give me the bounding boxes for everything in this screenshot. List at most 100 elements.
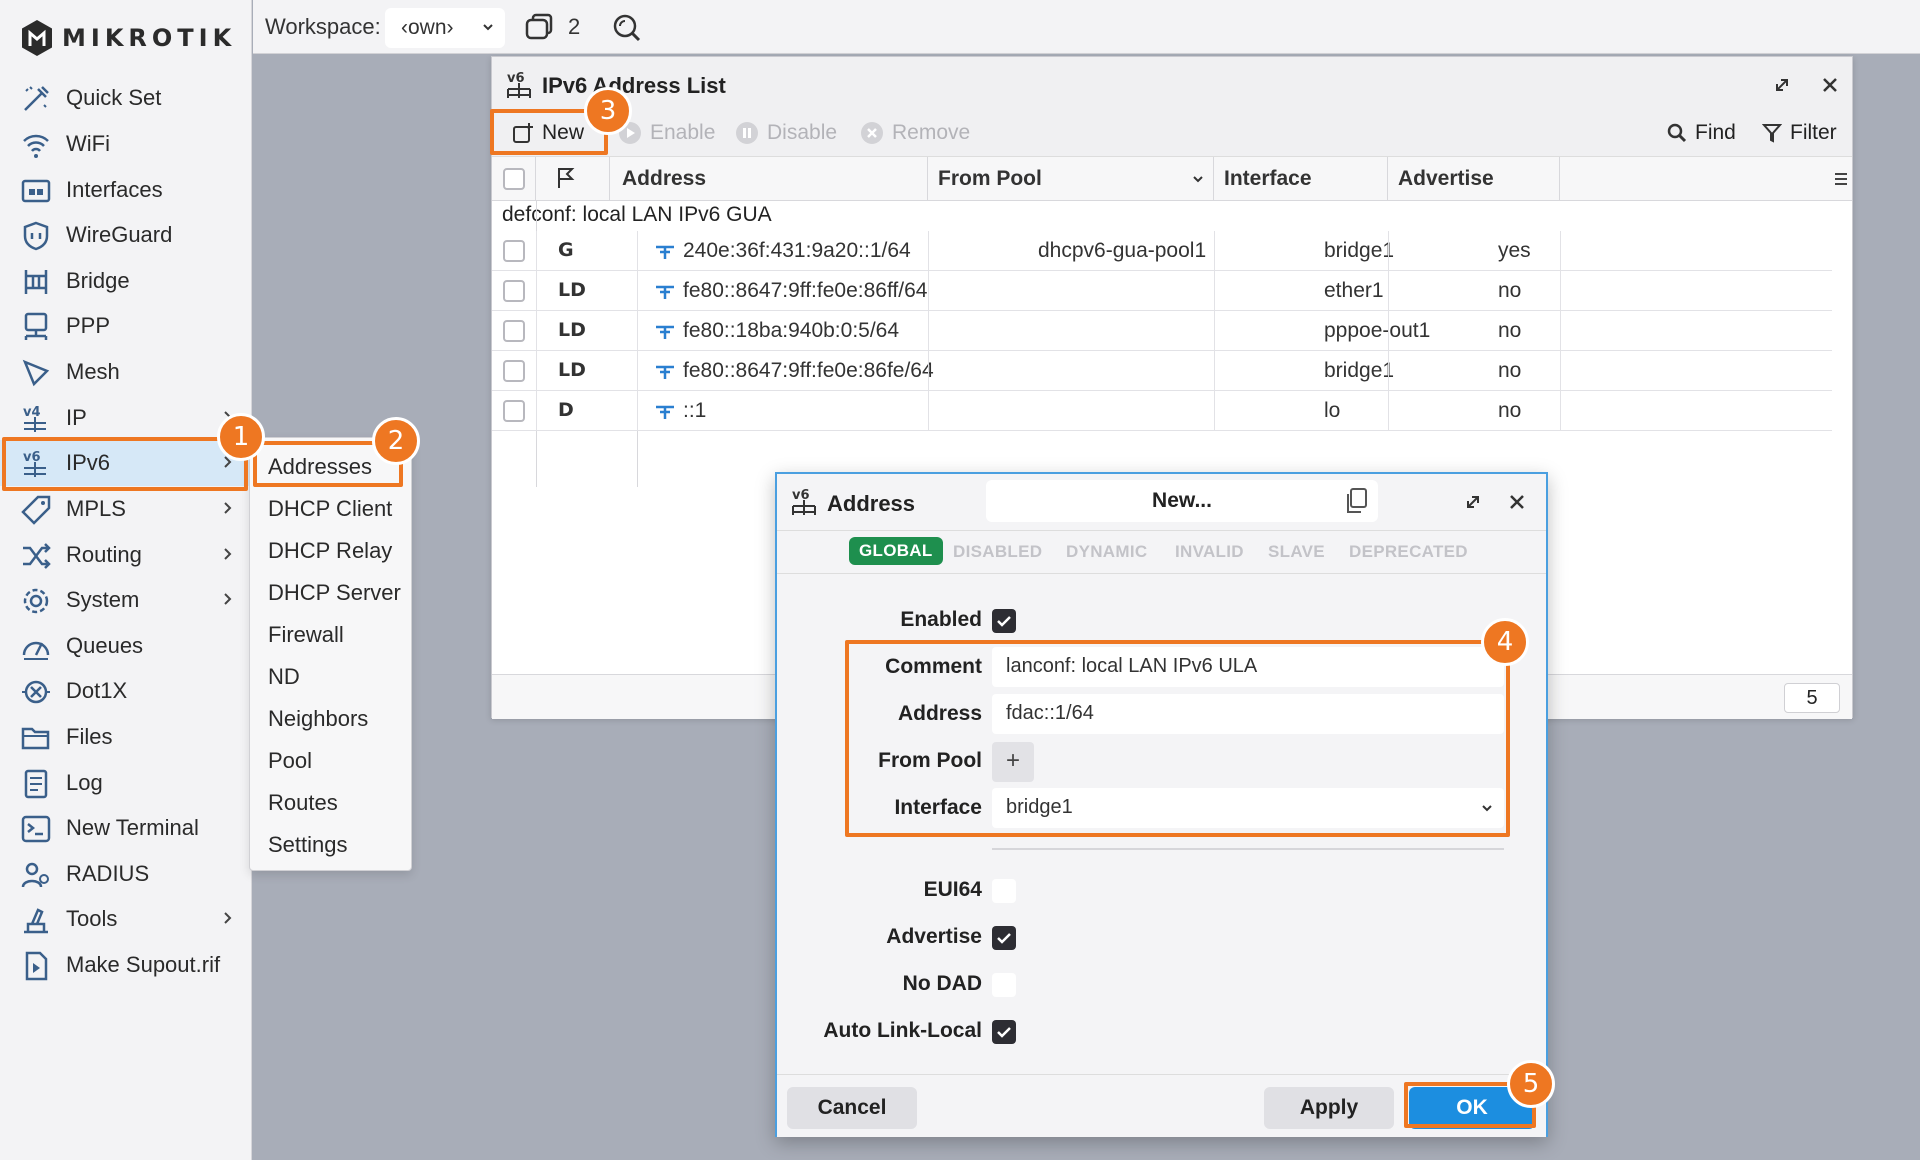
enable-button[interactable]: Enable [618,121,715,145]
find-button-label: Find [1695,121,1736,144]
filter-button-label: Filter [1790,121,1837,144]
remove-button[interactable]: Remove [860,121,970,145]
sidebar-item-mesh[interactable]: Mesh [0,349,252,395]
sidebar-item-label: Make Supout.rif [66,952,221,977]
ip-icon: v4 [23,405,46,432]
dot1x-icon [22,680,50,704]
sidebar-item-label: Log [66,770,103,795]
copy-icon[interactable] [1344,488,1368,514]
table-row[interactable]: D::1 lo no [492,391,1832,431]
close-icon[interactable] [1503,488,1531,516]
submenu-item-routes[interactable]: Routes [268,790,338,816]
submenu-item-pool[interactable]: Pool [268,748,312,774]
advertise-label: Advertise [886,925,982,948]
sidebar-item-files[interactable]: Files [0,714,252,760]
row-checkbox[interactable] [503,360,525,382]
advertise-column-header[interactable]: Advertise [1388,157,1560,201]
row-checkbox[interactable] [503,240,525,262]
sidebar-item-routing[interactable]: Routing [0,532,252,578]
address-column-header[interactable]: Address [610,157,928,201]
mikrotik-logo-icon [22,20,52,56]
close-icon[interactable] [1816,71,1844,99]
table-row[interactable]: G 240e:36f:431:9a20::1/64 dhcpv6-gua-pool1… [492,231,1832,271]
tab-disabled[interactable]: DISABLED [953,542,1042,562]
sidebar-item-mpls[interactable]: MPLS [0,486,252,532]
auto-link-local-checkbox[interactable] [992,1020,1016,1044]
table-row[interactable]: LD fe80::8647:9ff:fe0e:86fe/64 bridge1 no [492,351,1832,391]
interface-column-header[interactable]: Interface [1214,157,1388,201]
find-button[interactable]: Find [1667,121,1736,145]
pause-icon [736,122,758,144]
search-icon [1667,123,1687,143]
tab-slave[interactable]: SLAVE [1268,542,1325,562]
tab-deprecated[interactable]: DEPRECATED [1349,542,1468,562]
address-icon [656,405,674,419]
routing-icon [23,543,51,569]
sidebar-item-make-supout-rif[interactable]: Make Supout.rif [0,942,252,988]
sidebar-item-quick-set[interactable]: Quick Set [0,75,252,121]
no-dad-checkbox[interactable] [992,973,1016,997]
sidebar-item-wireguard[interactable]: WireGuard [0,212,252,258]
sidebar-item-wifi[interactable]: WiFi [0,121,252,167]
submenu-item-nd[interactable]: ND [268,664,300,690]
sidebar-item-label: System [66,587,140,612]
from-pool-column-label: From Pool [938,167,1042,190]
cell-divider [928,391,929,431]
windows-icon[interactable] [523,12,555,42]
row-address: 240e:36f:431:9a20::1/64 [683,239,911,262]
dialog-name-field[interactable]: New... [986,480,1378,522]
callout-highlight-ipv6 [2,437,248,491]
table-row[interactable]: LD fe80::18ba:940b:0:5/64 pppoe-out1 no [492,311,1832,351]
maximize-icon[interactable] [1768,71,1796,99]
submenu-item-dhcp-client[interactable]: DHCP Client [268,496,392,522]
dialog-tabs: GLOBAL DISABLED DYNAMIC INVALID SLAVE DEPRECA… [777,530,1546,574]
apply-button[interactable]: Apply [1264,1087,1394,1129]
disable-button[interactable]: Disable [735,121,837,145]
submenu-item-dhcp-server[interactable]: DHCP Server [268,580,401,606]
search-icon[interactable] [611,12,643,44]
row-checkbox[interactable] [503,280,525,302]
sidebar-item-tools[interactable]: Tools [0,896,252,942]
sidebar-item-radius[interactable]: RADIUS [0,851,252,897]
sidebar-item-queues[interactable]: Queues [0,623,252,669]
row-checkbox[interactable] [503,320,525,342]
sidebar-item-new-terminal[interactable]: New Terminal [0,805,252,851]
sidebar-item-ppp[interactable]: PPP [0,303,252,349]
eui64-checkbox[interactable] [992,879,1016,903]
sidebar-item-interfaces[interactable]: Interfaces [0,167,252,213]
submenu-item-firewall[interactable]: Firewall [268,622,344,648]
cell-divider [637,271,638,311]
table-row[interactable]: LD fe80::8647:9ff:fe0e:86ff/64 ether1 no [492,271,1832,311]
sidebar-item-ip[interactable]: v4 IP [0,395,252,441]
tab-dynamic[interactable]: DYNAMIC [1066,542,1147,562]
sidebar-item-system[interactable]: System [0,577,252,623]
submenu-item-neighbors[interactable]: Neighbors [268,706,368,732]
enabled-checkbox[interactable] [992,609,1016,633]
advertise-checkbox[interactable] [992,926,1016,950]
sidebar-item-dot1x[interactable]: Dot1X [0,668,252,714]
remove-button-label: Remove [892,121,971,144]
row-flag: G [558,239,574,261]
callout-badge-5: 5 [1507,1060,1555,1108]
address-icon [656,245,674,259]
sidebar-item-label: PPP [66,313,111,338]
sidebar-item-bridge[interactable]: Bridge [0,258,252,304]
filter-button[interactable]: Filter [1762,121,1837,145]
flags-column-header[interactable] [536,157,610,201]
maximize-icon[interactable] [1459,488,1487,516]
cancel-button[interactable]: Cancel [787,1087,917,1129]
submenu-item-dhcp-relay[interactable]: DHCP Relay [268,538,392,564]
submenu-item-settings[interactable]: Settings [268,832,348,858]
advertise-column-label: Advertise [1398,167,1494,190]
row-advertise: yes [1498,239,1531,262]
from-pool-column-header[interactable]: From Pool [928,157,1214,201]
column-menu-icon[interactable] [1834,171,1848,187]
tab-invalid[interactable]: INVALID [1175,542,1244,562]
row-checkbox[interactable] [503,400,525,422]
window-titlebar[interactable]: v6 IPv6 Address List [492,57,1852,113]
workspace-select[interactable]: ‹own› [385,8,505,48]
select-all-checkbox[interactable] [503,168,525,190]
sidebar-item-log[interactable]: Log [0,760,252,806]
tab-global[interactable]: GLOBAL [849,537,943,565]
row-interface: pppoe-out1 [1324,319,1431,342]
